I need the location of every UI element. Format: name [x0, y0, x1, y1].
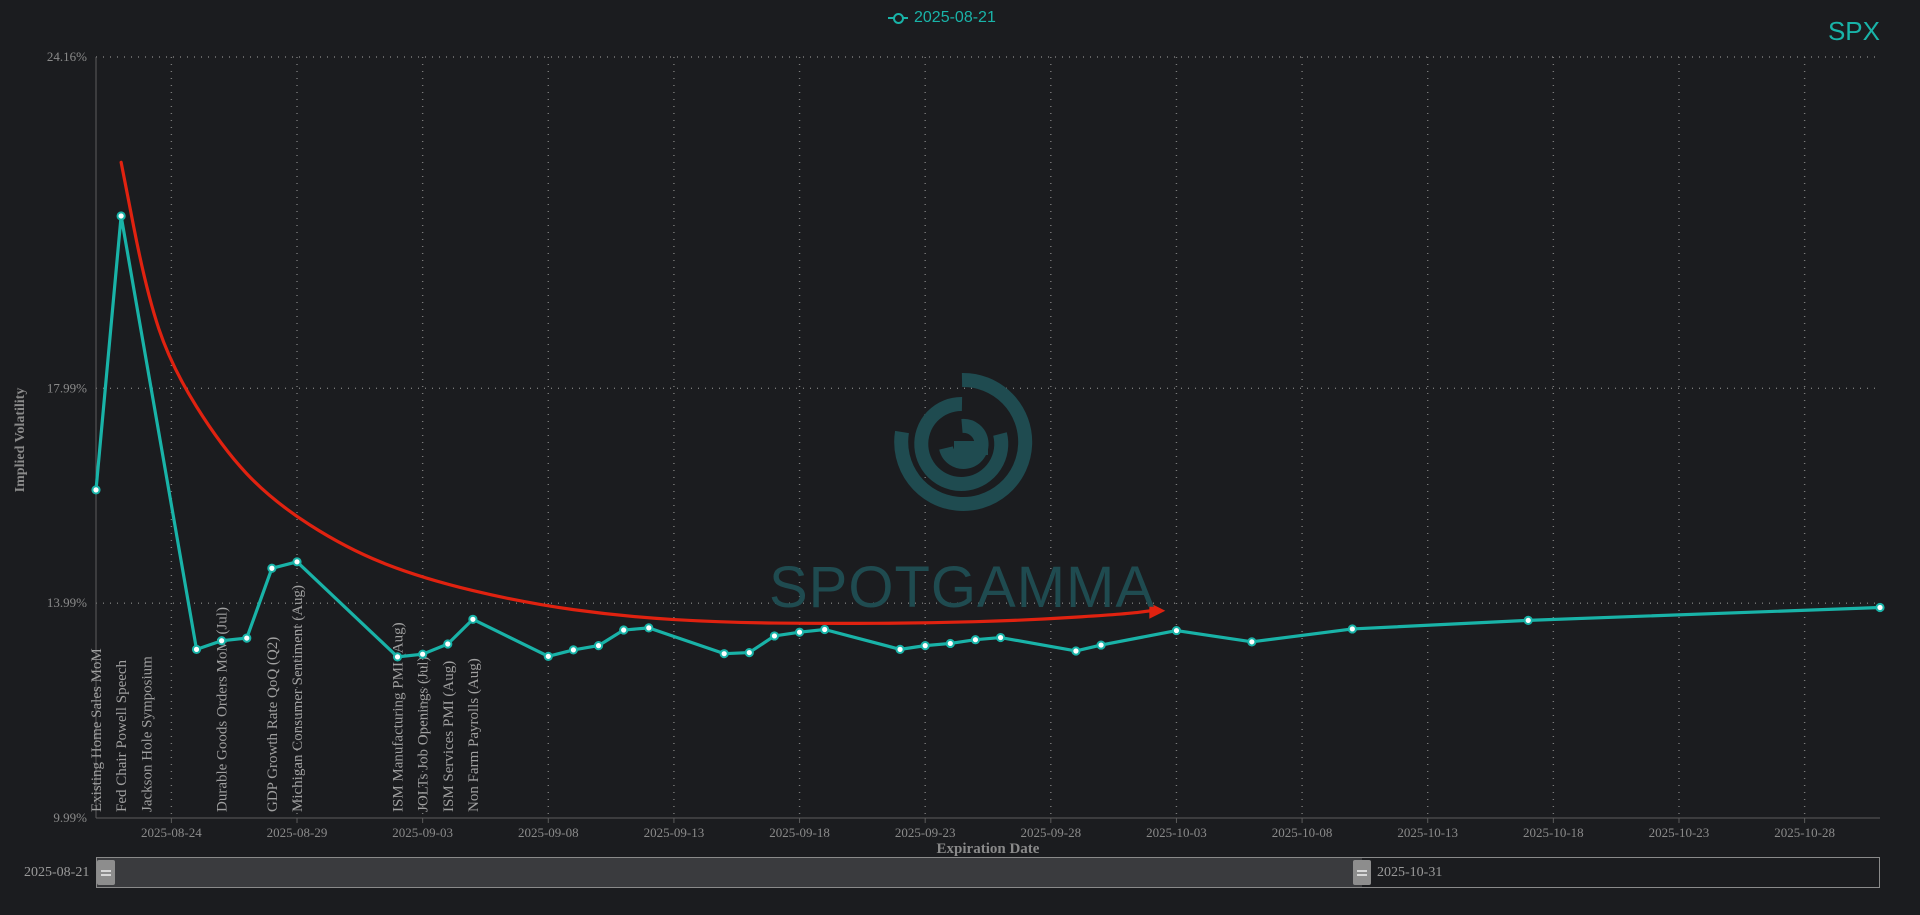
y-tick-label: 13.99%: [47, 595, 87, 610]
data-point: [418, 649, 428, 659]
event-annotation: ISM Services PMI (Aug): [441, 661, 457, 812]
data-point: [217, 636, 227, 646]
event-annotation: Michigan Consumer Sentiment (Aug): [290, 585, 306, 812]
data-point: [292, 557, 302, 567]
data-point: [719, 649, 729, 659]
event-annotation: Jackson Hole Symposium: [139, 656, 155, 812]
x-tick-label: 2025-08-24: [141, 825, 202, 840]
data-point: [619, 625, 629, 635]
x-tick-label: 2025-10-03: [1146, 825, 1207, 840]
data-point: [820, 624, 830, 635]
x-tick-label: 2025-10-08: [1272, 825, 1333, 840]
data-point: [769, 631, 780, 641]
data-point: [920, 641, 930, 651]
x-tick-label: 2025-09-08: [518, 825, 579, 840]
spotgamma-logo-icon: [894, 372, 1033, 511]
x-tick-label: 2025-09-28: [1020, 825, 1081, 840]
data-point: [644, 623, 654, 633]
data-point: [1071, 646, 1081, 656]
range-slider[interactable]: [96, 857, 1880, 888]
y-tick-label: 24.16%: [47, 49, 87, 64]
data-point: [568, 645, 579, 655]
range-end-label: 2025-10-31: [1377, 865, 1443, 880]
y-tick-label: 17.99%: [47, 380, 87, 395]
watermark-text: SPOTGAMMA: [768, 555, 1156, 620]
x-tick-label: 2025-10-13: [1397, 825, 1458, 840]
y-axis-title: Implied Volatility: [13, 388, 28, 493]
legend-marker-icon: [888, 11, 908, 25]
data-point: [1171, 625, 1182, 636]
y-tick-label: 9.99%: [53, 810, 87, 825]
symbol-badge: SPX: [1827, 16, 1880, 46]
data-point: [995, 632, 1006, 643]
event-annotations: Existing Home Sales MoM Fed Chair Powell …: [89, 585, 482, 812]
event-annotation: Existing Home Sales MoM: [89, 648, 105, 812]
data-point: [895, 644, 905, 654]
event-annotation: JOLTs Job Openings (Jul): [416, 657, 432, 813]
data-point: [1347, 624, 1357, 634]
x-tick-label: 2025-10-18: [1523, 825, 1584, 840]
x-tick-label: 2025-09-18: [769, 825, 830, 840]
data-point: [91, 485, 101, 495]
data-point: [392, 652, 403, 662]
x-tick-label: 2025-08-29: [267, 825, 328, 840]
event-annotation: Non Farm Payrolls (Aug): [466, 658, 482, 812]
range-slider-left-handle[interactable]: [97, 860, 115, 885]
x-tick-label: 2025-09-23: [895, 825, 956, 840]
x-tick-label: 2025-09-03: [392, 825, 453, 840]
range-start-label: 2025-08-21: [24, 865, 90, 880]
range-slider-right-handle[interactable]: [1353, 860, 1371, 885]
event-annotation: GDP Growth Rate QoQ (Q2): [265, 637, 281, 812]
legend-label: 2025-08-21: [914, 9, 996, 26]
data-point: [1096, 640, 1106, 650]
x-tick-label: 2025-10-23: [1649, 825, 1710, 840]
event-annotation: Fed Chair Powell Speech: [114, 659, 130, 812]
x-tick-label: 2025-09-13: [644, 825, 705, 840]
data-point: [1247, 637, 1257, 647]
data-point: [1875, 602, 1885, 613]
data-point: [468, 614, 478, 624]
data-point: [744, 647, 754, 658]
data-point: [970, 635, 981, 645]
x-tick-label: 2025-10-28: [1774, 825, 1835, 840]
data-point: [191, 644, 202, 654]
x-axis-title: Expiration Date: [937, 841, 1040, 857]
data-point: [443, 639, 453, 649]
data-point: [242, 633, 252, 643]
data-point: [945, 638, 955, 649]
data-point: [1523, 615, 1533, 625]
legend-item[interactable]: 2025-08-21: [888, 7, 996, 29]
data-point: [593, 641, 604, 651]
data-point: [794, 627, 805, 637]
data-point: [543, 651, 553, 661]
range-slider-selection[interactable]: [97, 858, 1362, 887]
data-point: [116, 211, 126, 221]
data-point: [267, 563, 277, 573]
